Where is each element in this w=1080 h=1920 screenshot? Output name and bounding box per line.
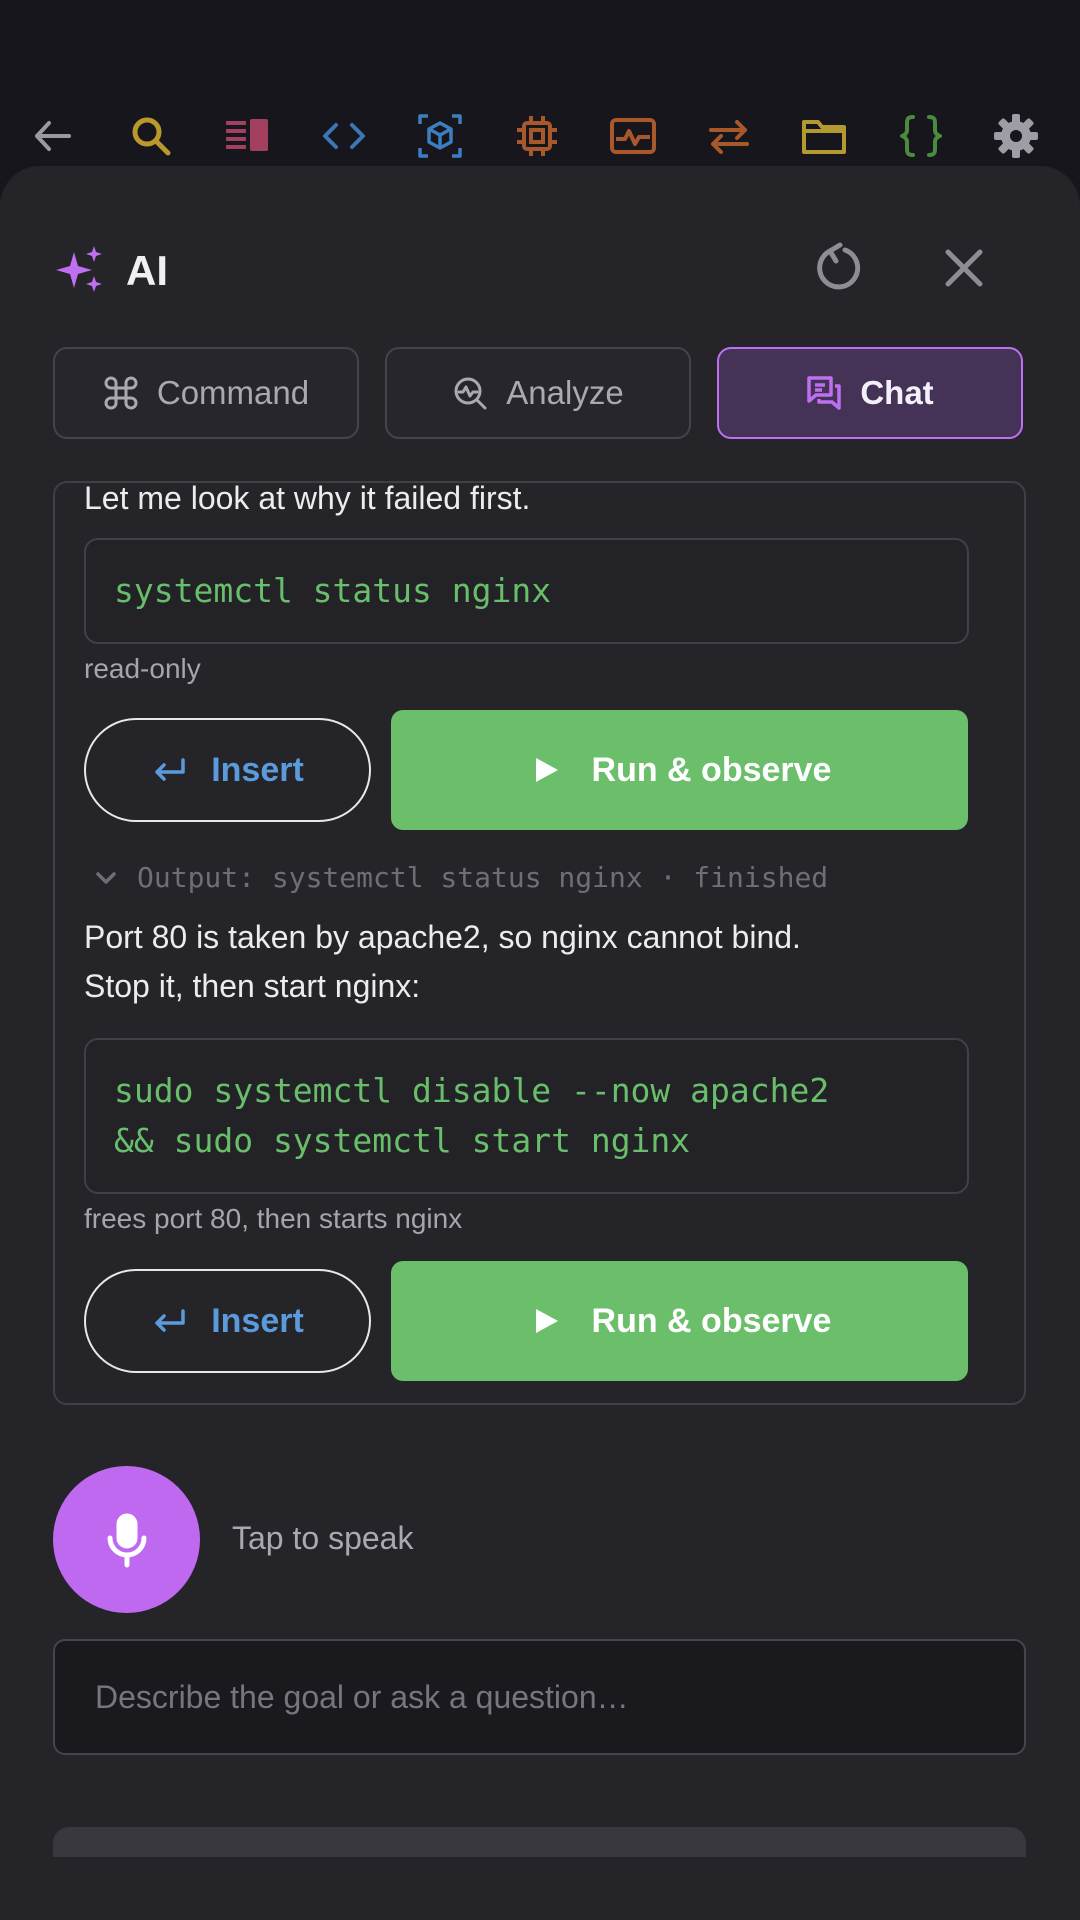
top-toolbar — [0, 96, 1080, 176]
chip-icon[interactable] — [513, 112, 561, 160]
prompt-input[interactable] — [55, 1641, 1024, 1753]
refresh-button[interactable] — [806, 236, 870, 300]
chat-icon — [807, 376, 842, 410]
insert-arrow-icon — [155, 1309, 185, 1332]
play-icon — [535, 1309, 558, 1333]
refresh-icon — [817, 242, 861, 290]
cube-icon[interactable] — [416, 112, 464, 160]
ai-sheet: AI Command Analyze Chat Let me look at w… — [0, 166, 1080, 1920]
pulse-icon[interactable] — [609, 112, 657, 160]
code-icon[interactable] — [320, 112, 368, 160]
run-label: Run & observe — [591, 750, 832, 789]
command-note: read-only — [84, 653, 201, 684]
tab-command-label: Command — [156, 374, 310, 411]
command-text-line: && sudo systemctl start nginx — [114, 1121, 691, 1160]
chat-panel[interactable]: Let me look at why it failed first. syst… — [53, 481, 1026, 1405]
insert-button[interactable]: Insert — [84, 1269, 371, 1373]
back-arrow-icon[interactable] — [29, 112, 77, 160]
microphone-button[interactable] — [53, 1466, 200, 1613]
run-label: Run & observe — [591, 1301, 832, 1340]
panel-icon[interactable] — [223, 112, 271, 160]
tab-chat[interactable]: Chat — [717, 347, 1023, 439]
sheet-header: AI — [54, 244, 168, 298]
search-icon[interactable] — [127, 112, 175, 160]
insert-label: Insert — [211, 1301, 304, 1340]
assistant-message: Let me look at why it failed first. — [84, 481, 531, 516]
tab-analyze-label: Analyze — [506, 374, 624, 411]
output-label: Output: systemctl status nginx · finishe… — [137, 861, 829, 894]
tab-command[interactable]: Command — [53, 347, 359, 439]
command-text-line: sudo systemctl disable --now apache2 — [114, 1071, 830, 1110]
assistant-message-line: Stop it, then start nginx: — [84, 968, 421, 1004]
run-observe-button[interactable]: Run & observe — [391, 1261, 968, 1381]
command-text: systemctl status nginx — [114, 571, 552, 610]
tab-chat-label: Chat — [860, 374, 934, 411]
gear-icon[interactable] — [992, 112, 1040, 160]
close-icon — [945, 249, 983, 287]
microphone-icon — [107, 1513, 146, 1567]
page-title: AI — [126, 247, 168, 294]
braces-icon[interactable] — [897, 112, 945, 160]
close-button[interactable] — [932, 236, 996, 300]
insert-button[interactable]: Insert — [84, 718, 371, 822]
run-observe-button[interactable]: Run & observe — [391, 710, 968, 830]
bottom-panel-edge — [53, 1827, 1026, 1857]
insert-label: Insert — [211, 750, 304, 789]
folder-icon[interactable] — [800, 112, 848, 160]
assistant-message-line: Port 80 is taken by apache2, so nginx ca… — [84, 919, 801, 955]
sparkle-icon — [54, 244, 108, 298]
command-block: systemctl status nginx — [84, 538, 969, 644]
command-block: sudo systemctl disable --now apache2 && … — [84, 1038, 969, 1194]
analyze-icon — [454, 377, 487, 410]
swap-arrows-icon[interactable] — [705, 112, 753, 160]
tab-analyze[interactable]: Analyze — [385, 347, 691, 439]
output-toggle[interactable]: Output: systemctl status nginx · finishe… — [91, 861, 828, 894]
chevron-down-icon — [96, 871, 116, 884]
command-note: frees port 80, then starts nginx — [84, 1203, 463, 1234]
insert-arrow-icon — [155, 758, 185, 781]
play-icon — [535, 758, 558, 782]
command-key-icon — [104, 376, 138, 410]
tap-to-speak-label: Tap to speak — [232, 1520, 414, 1556]
prompt-input-container — [53, 1639, 1026, 1755]
